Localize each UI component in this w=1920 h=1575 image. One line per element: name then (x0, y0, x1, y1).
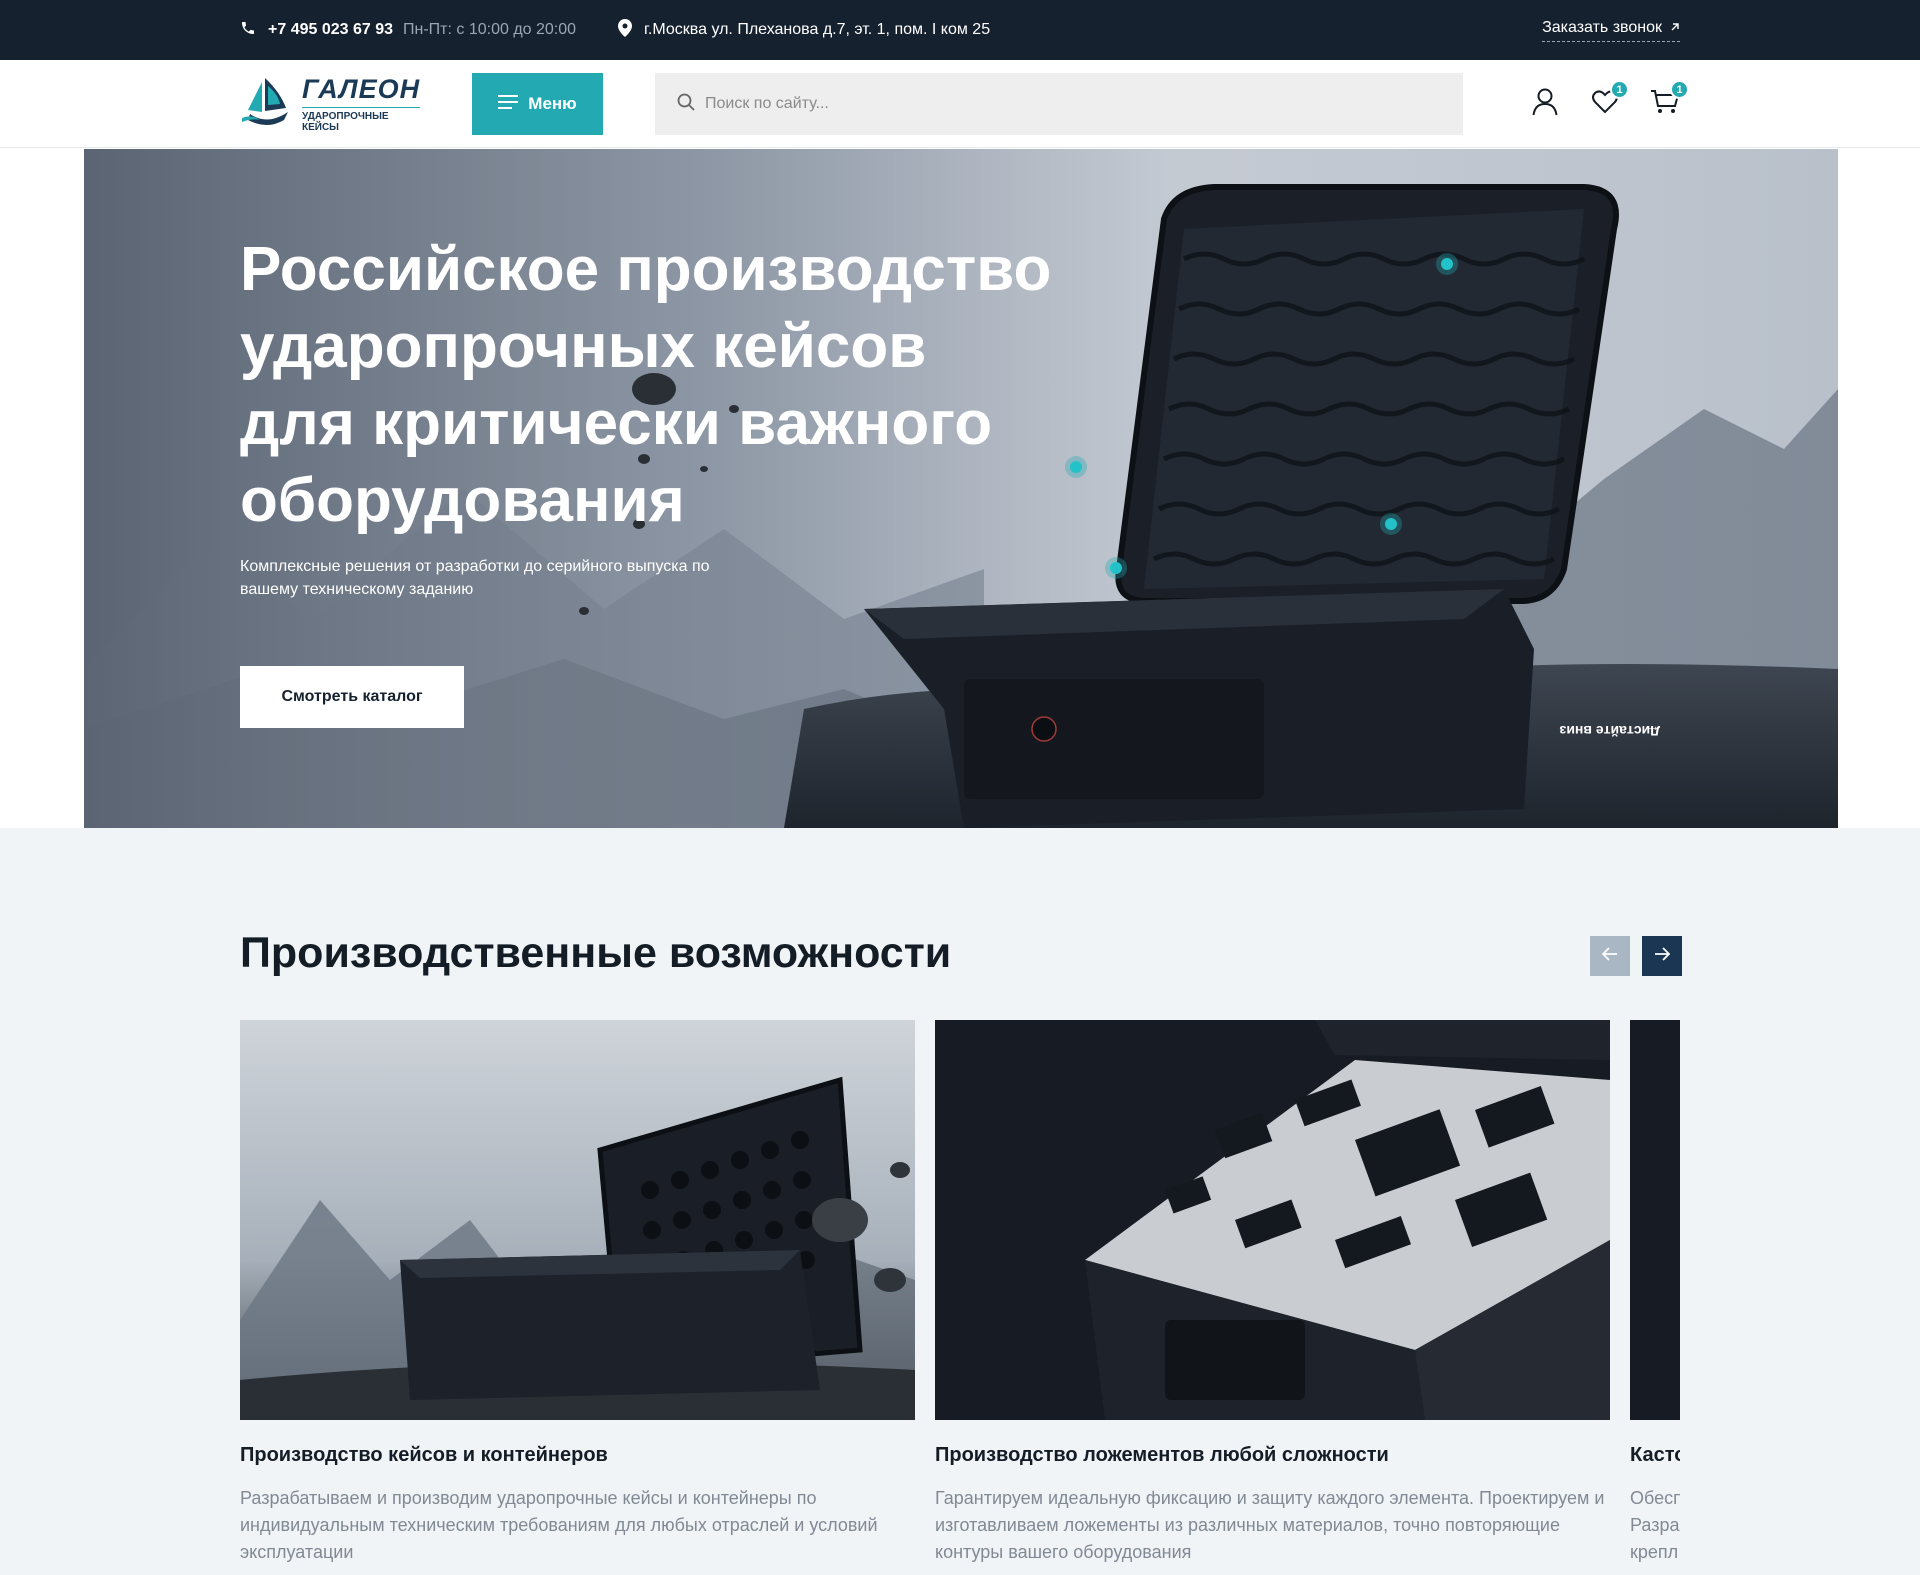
carousel-prev-button[interactable] (1590, 936, 1630, 976)
view-catalog-button[interactable]: Смотреть каталог (240, 666, 464, 728)
ship-logo-icon (240, 74, 294, 135)
site-header: ГАЛЕОН УДАРОПРОЧНЫЕ КЕЙСЫ Меню Поиск по … (0, 60, 1920, 148)
search-input[interactable] (705, 95, 1405, 113)
carousel-nav (1590, 936, 1682, 976)
hero-title-line: Российское производство (240, 235, 1052, 304)
account-button[interactable] (1530, 88, 1560, 121)
capabilities-carousel: Производство кейсов и контейнеров Разраб… (240, 1020, 1680, 1575)
search-box[interactable] (655, 73, 1463, 135)
hotspot-marker-3[interactable] (1380, 513, 1402, 535)
capability-card[interactable]: Касто Обесп Разра крепл (1630, 1020, 1680, 1566)
hero-title: Российское производство ударопрочных кей… (240, 231, 1140, 539)
top-bar: +7 495 023 67 93 Пн-Пт: с 10:00 до 20:00… (0, 0, 1920, 60)
hero-title-line: для критически важного (240, 389, 993, 458)
menu-button[interactable]: Меню (472, 73, 603, 135)
card-title: Касто (1630, 1444, 1680, 1466)
search-icon (677, 93, 695, 116)
address: г.Москва ул. Плеханова д.7, эт. 1, пом. … (618, 18, 991, 42)
hotspot-marker-4[interactable] (1105, 557, 1127, 579)
carousel-next-button[interactable] (1642, 936, 1682, 976)
card-title: Производство ложементов любой сложности (935, 1444, 1389, 1466)
card-image (1630, 1020, 1680, 1420)
scroll-down-text: Листайте вниз (1559, 723, 1660, 739)
hotspot-marker-1[interactable] (1436, 253, 1458, 275)
logo-tagline: УДАРОПРОЧНЫЕ КЕЙСЫ (302, 106, 421, 133)
user-icon (1532, 88, 1558, 121)
phone-icon (240, 20, 256, 41)
favorites-count-badge: 1 (1610, 80, 1629, 99)
scroll-down-hint[interactable]: ← Листайте вниз (1559, 589, 1700, 789)
phone-contact[interactable]: +7 495 023 67 93 (240, 20, 393, 41)
favorites-button[interactable]: 1 (1590, 80, 1629, 119)
cart-button[interactable]: 1 (1650, 80, 1689, 119)
card-description: Обесп Разра крепл (1630, 1488, 1680, 1562)
logo-name: ГАЛЕОН (302, 73, 421, 104)
callback-label: Заказать звонок (1542, 18, 1662, 36)
callback-link[interactable]: Заказать звонок (1542, 19, 1680, 42)
hero-banner: Российское производство ударопрочных кей… (84, 149, 1838, 828)
card-image (240, 1020, 915, 1420)
card-image (935, 1020, 1610, 1420)
capability-card[interactable]: Производство кейсов и контейнеров Разраб… (240, 1020, 915, 1566)
hamburger-icon (498, 94, 519, 114)
capability-card[interactable]: Производство ложементов любой сложности … (935, 1020, 1610, 1566)
hero-title-line: ударопрочных кейсов (240, 312, 927, 381)
arrow-right-icon (1654, 946, 1671, 966)
card-title: Производство кейсов и контейнеров (240, 1444, 608, 1466)
hero-subtitle: Комплексные решения от разработки до сер… (240, 558, 710, 598)
address-text: г.Москва ул. Плеханова д.7, эт. 1, пом. … (644, 21, 991, 38)
menu-label: Меню (528, 94, 577, 113)
arrow-up-right-icon (1670, 19, 1680, 37)
card-description: Гарантируем идеальную фиксацию и защиту … (935, 1488, 1605, 1562)
hero-title-line: оборудования (240, 466, 685, 535)
card-description: Разрабатываем и производим ударопрочные … (240, 1488, 878, 1562)
logo[interactable]: ГАЛЕОН УДАРОПРОЧНЫЕ КЕЙСЫ (240, 73, 421, 135)
section-title: Производственные возможности (240, 929, 952, 977)
working-hours: Пн-Пт: с 10:00 до 20:00 (403, 21, 577, 38)
location-pin-icon (618, 18, 633, 42)
cart-count-badge: 1 (1670, 80, 1689, 99)
arrow-left-icon (1601, 946, 1618, 966)
phone-number[interactable]: +7 495 023 67 93 (268, 21, 393, 39)
